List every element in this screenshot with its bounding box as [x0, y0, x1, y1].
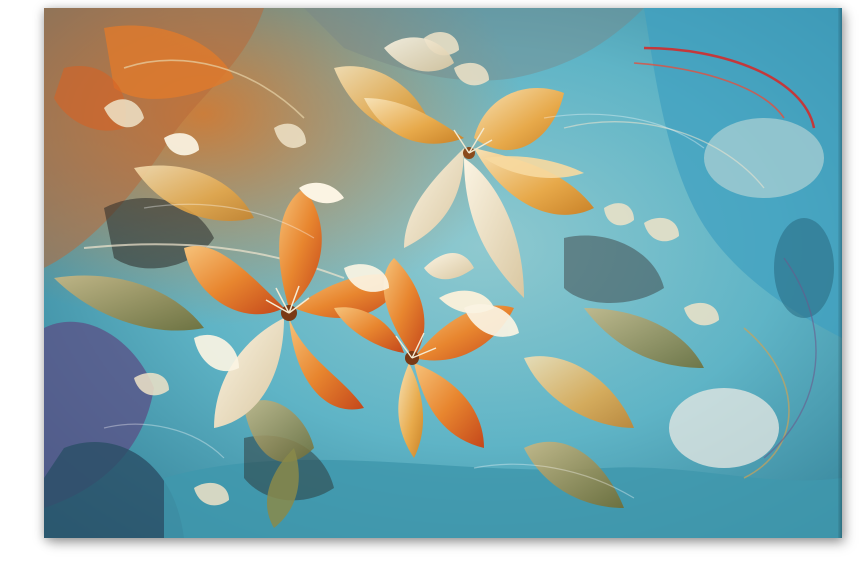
canvas-print [44, 8, 842, 538]
product-image-stage [0, 0, 861, 585]
abstract-floral-painting [44, 8, 842, 538]
canvas-side-edge [838, 8, 842, 538]
